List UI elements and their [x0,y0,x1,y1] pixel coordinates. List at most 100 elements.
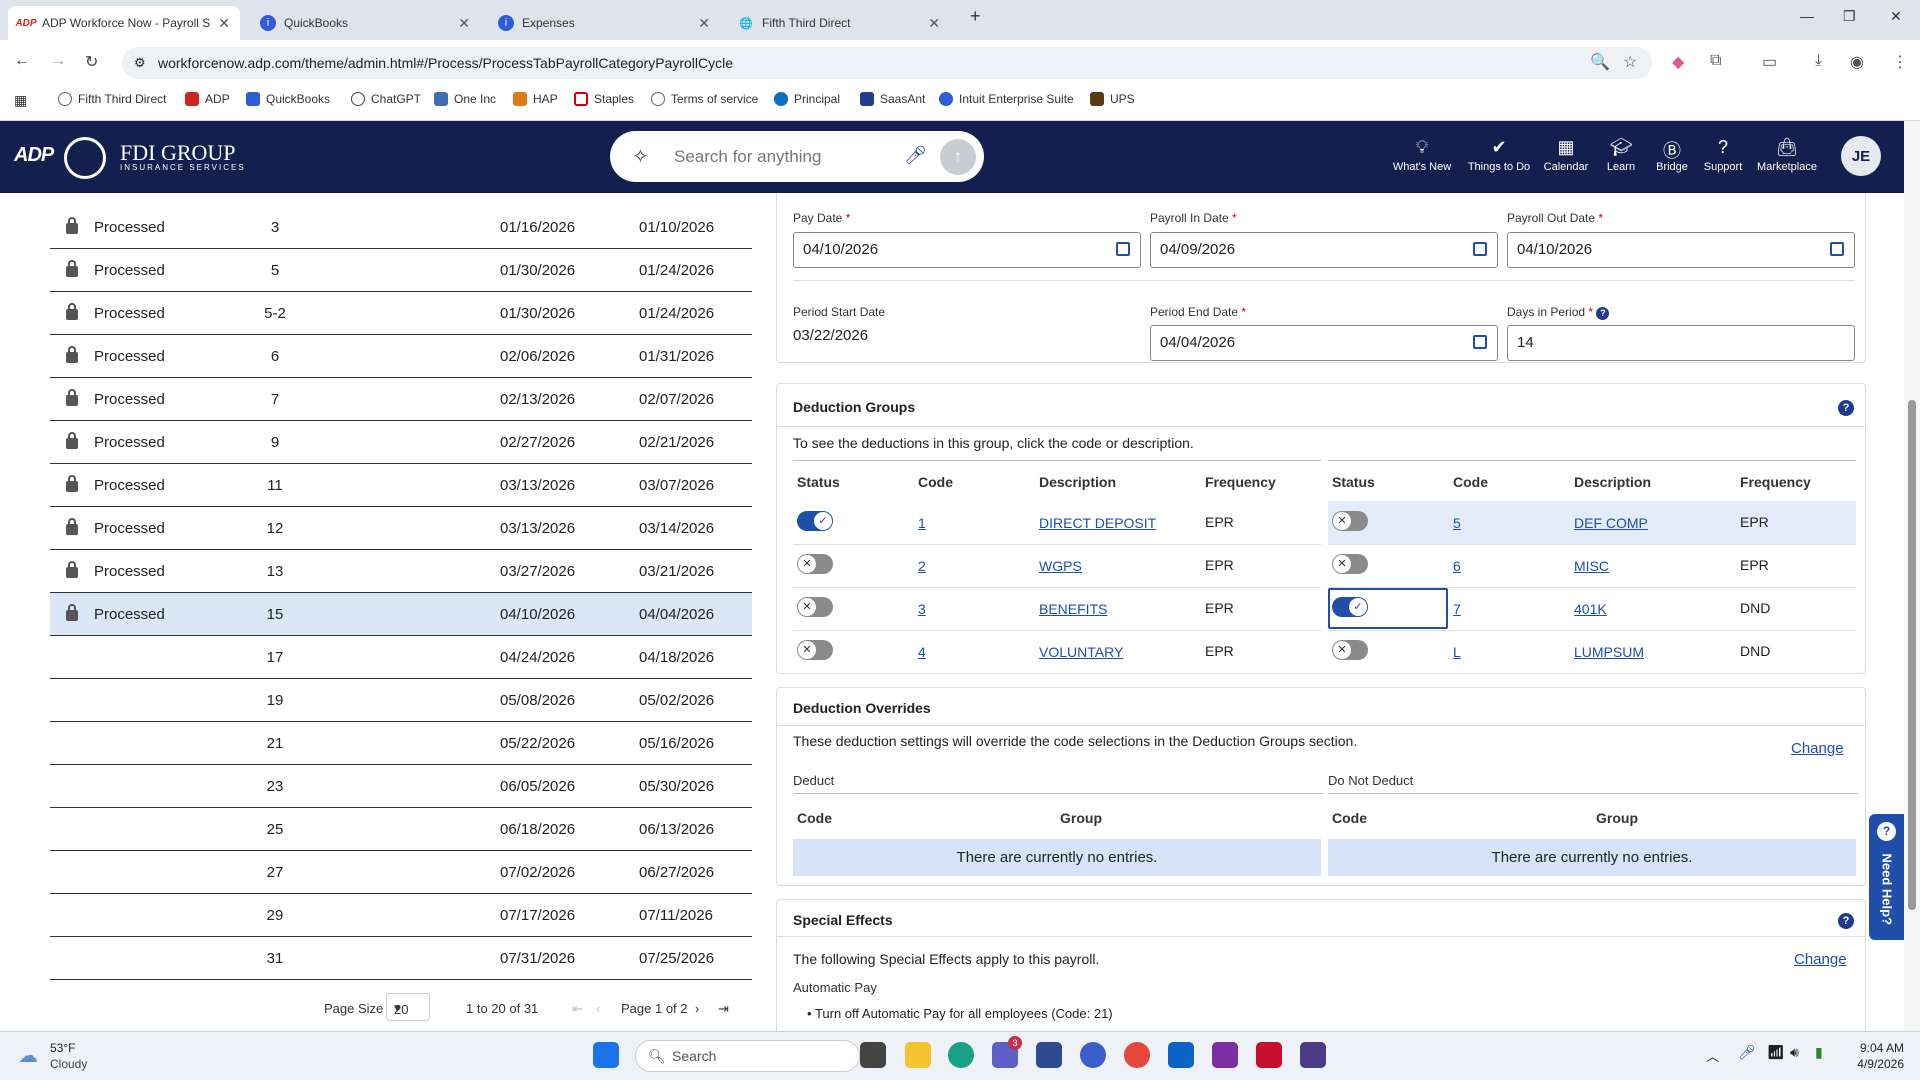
close-tab-icon[interactable]: ✕ [928,15,940,32]
cloud-weather-icon[interactable]: ☁ [18,1043,38,1068]
scrollbar-thumb[interactable] [1908,400,1916,910]
back-button[interactable]: ← [14,52,30,70]
edge-icon[interactable] [948,1042,974,1068]
overrides-change-link[interactable]: Change [1791,740,1844,757]
task-view-icon[interactable] [860,1042,886,1068]
bookmark-intuit[interactable]: Intuit Enterprise Suite [939,92,1074,106]
close-tab-icon[interactable]: ✕ [458,15,470,32]
help-icon[interactable]: ? [1838,913,1854,929]
nav-calendar[interactable]: ▦ Calendar [1540,137,1592,173]
deduction-code-link[interactable]: 5 [1453,515,1461,531]
extension-icon[interactable]: ◆ [1672,52,1684,72]
table-row[interactable]: Processed 15 04/10/2026 04/04/2026 [50,593,752,636]
tab-fifth-third[interactable]: 🌐 Fifth Third Direct ✕ [728,6,950,40]
calendar-icon[interactable] [1116,242,1130,256]
taskbar-search[interactable]: 🔍︎ Search [635,1040,860,1072]
menu-kebab-icon[interactable]: ⋮ [1892,52,1908,72]
help-icon[interactable]: ? [1838,400,1854,416]
file-explorer-icon[interactable] [905,1042,931,1068]
windows-start-icon[interactable] [593,1042,619,1068]
table-row[interactable]: 27 07/02/2026 06/27/2026 [50,851,752,894]
reload-button[interactable]: ↻ [85,52,98,72]
bookmark-staples[interactable]: Staples [574,92,634,106]
download-icon[interactable]: ⤓ [1815,52,1822,70]
people-app-icon[interactable] [1036,1042,1062,1068]
table-row[interactable]: 29 07/17/2026 07/11/2026 [50,894,752,937]
app-q-icon[interactable] [1300,1042,1326,1068]
table-row[interactable]: Processed 6 02/06/2026 01/31/2026 [50,335,752,378]
bookmark-star-icon[interactable]: ☆ [1623,52,1637,72]
table-row[interactable]: Processed 3 01/16/2026 01/10/2026 [50,206,752,249]
table-row[interactable]: 17 04/24/2026 04/18/2026 [50,636,752,679]
table-row[interactable]: Processed 12 03/13/2026 03/14/2026 [50,507,752,550]
bookmark-ups[interactable]: UPS [1090,92,1135,106]
zoom-icon[interactable]: 🔍 [1590,52,1610,72]
global-search[interactable]: ✧ Search for anything 🎤︎ ↑ [610,131,984,182]
status-toggle[interactable]: ✕ [1332,511,1368,531]
minimize-button[interactable]: — [1800,8,1814,24]
nav-bridge[interactable]: Ⓑ Bridge [1648,137,1696,173]
chrome-icon[interactable] [1124,1042,1150,1068]
table-row[interactable]: 23 06/05/2026 05/30/2026 [50,765,752,808]
calendar-icon[interactable] [1830,242,1844,256]
deduction-desc-link[interactable]: DIRECT DEPOSIT [1039,515,1156,531]
clock-date[interactable]: 4/9/2026 [1842,1057,1904,1071]
deduction-code-link[interactable]: L [1453,644,1461,660]
last-page-icon[interactable]: ⇥ [718,1001,729,1017]
battery-icon[interactable]: ▮ [1815,1044,1823,1061]
table-row[interactable]: Processed 5 01/30/2026 01/24/2026 [50,249,752,292]
table-row[interactable]: Processed 11 03/13/2026 03/07/2026 [50,464,752,507]
first-page-icon[interactable]: ⇤ [572,1001,583,1017]
url-field[interactable]: ⚙ workforcenow.adp.com/theme/admin.html#… [122,47,1652,79]
nav-things-to-do[interactable]: ✔ Things to Do [1464,137,1534,173]
avatar[interactable]: JE [1841,136,1881,176]
bookmark-hap[interactable]: HAP [513,92,558,106]
payroll-in-input[interactable]: 04/09/2026 [1150,232,1498,268]
onenote-icon[interactable] [1212,1042,1238,1068]
nav-marketplace[interactable]: 👜︎ Marketplace [1754,137,1820,173]
adp-logo[interactable]: ADP [14,144,54,167]
bookmark-terms[interactable]: Terms of service [651,92,758,106]
table-row[interactable]: Processed 5-2 01/30/2026 01/24/2026 [50,292,752,335]
deduction-code-link[interactable]: 2 [918,558,926,574]
close-tab-icon[interactable]: ✕ [218,15,230,32]
close-window-button[interactable]: ✕ [1890,8,1902,25]
acrobat-icon[interactable] [1256,1042,1282,1068]
next-page-icon[interactable]: › [695,1001,699,1016]
page-size-select[interactable]: 20 ▾ [386,993,430,1021]
days-input[interactable]: 14 [1507,325,1855,361]
new-tab-button[interactable]: + [970,6,981,27]
deduction-desc-link[interactable]: MISC [1574,558,1609,574]
search-input[interactable]: Search for anything [674,147,821,167]
nav-learn[interactable]: 🎓︎ Learn [1598,137,1644,173]
table-row[interactable]: 19 05/08/2026 05/02/2026 [50,679,752,722]
volume-icon[interactable]: 🔊︎ [1790,1044,1799,1061]
table-row[interactable]: 31 07/31/2026 07/25/2026 [50,937,752,980]
deduction-code-link[interactable]: 6 [1453,558,1461,574]
deduction-code-link[interactable]: 3 [918,601,926,617]
calendar-icon[interactable] [1473,242,1487,256]
microphone-icon[interactable]: 🎤︎ [1738,1044,1756,1061]
status-toggle[interactable]: ✕ [797,597,833,617]
tab-expenses[interactable]: i Expenses ✕ [488,6,720,40]
apps-grid-icon[interactable]: ▦ [14,92,27,109]
table-row[interactable]: Processed 7 02/13/2026 02/07/2026 [50,378,752,421]
app-c-icon[interactable] [1080,1042,1106,1068]
forward-button[interactable]: → [50,52,66,70]
status-toggle[interactable]: ✕ [1332,554,1368,574]
status-toggle[interactable]: ✕ [797,640,833,660]
tab-quickbooks[interactable]: i QuickBooks ✕ [250,6,480,40]
wifi-icon[interactable]: 📶︎ [1767,1044,1785,1061]
status-toggle[interactable]: ✕ [1332,640,1368,660]
cast-icon[interactable]: ▭ [1762,52,1777,72]
tab-adp[interactable]: ADP ADP Workforce Now - Payroll S ✕ [8,6,240,40]
clock-time[interactable]: 9:04 AM [1842,1041,1904,1055]
status-toggle[interactable]: ✓ [1332,597,1368,617]
deduction-desc-link[interactable]: BENEFITS [1039,601,1107,617]
outlook-icon[interactable] [1168,1042,1194,1068]
payroll-out-input[interactable]: 04/10/2026 [1507,232,1855,268]
need-help-tab[interactable]: ? Need Help? [1869,814,1904,940]
bookmark-one-inc[interactable]: One Inc [434,92,496,106]
deduction-desc-link[interactable]: VOLUNTARY [1039,644,1123,660]
prev-page-icon[interactable]: ‹ [596,1001,600,1016]
